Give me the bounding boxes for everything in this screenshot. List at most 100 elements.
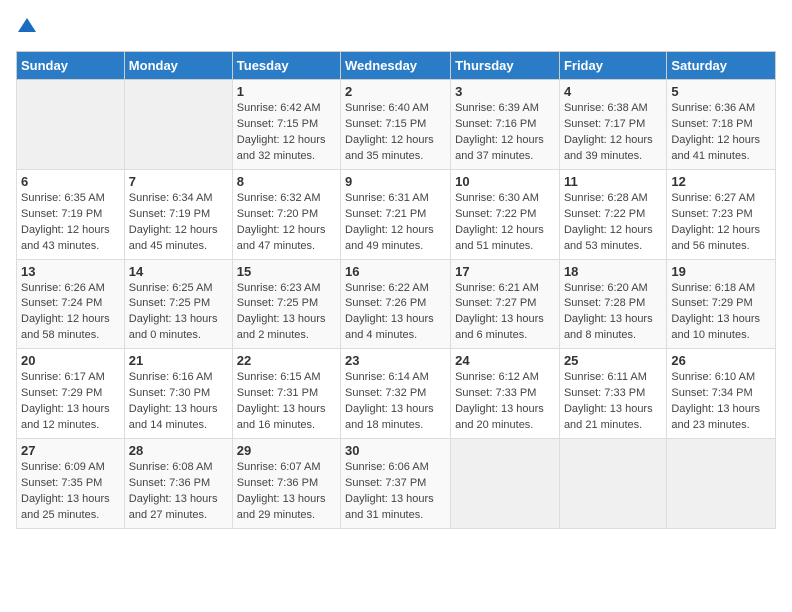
day-info: Sunrise: 6:25 AMSunset: 7:25 PMDaylight:…: [129, 281, 228, 345]
calendar-cell: 13Sunrise: 6:26 AMSunset: 7:24 PMDayligh…: [17, 259, 125, 349]
day-info: Sunrise: 6:36 AMSunset: 7:18 PMDaylight:…: [671, 101, 771, 165]
calendar-cell: 4 Sunrise: 6:38 AMSunset: 7:17 PMDaylight…: [559, 80, 666, 170]
day-detail: Sunrise: 6:26 AM: [21, 281, 120, 297]
day-info: Sunrise: 6:38 AMSunset: 7:17 PMDaylight:…: [564, 101, 662, 165]
day-detail: Sunset: 7:35 PM: [21, 476, 120, 492]
day-info: Sunrise: 6:08 AMSunset: 7:36 PMDaylight:…: [129, 460, 228, 524]
day-number: 11: [564, 174, 662, 189]
day-info: Sunrise: 6:06 AMSunset: 7:37 PMDaylight:…: [345, 460, 446, 524]
day-detail: Sunset: 7:18 PM: [671, 117, 771, 133]
day-detail: Sunrise: 6:18 AM: [671, 281, 771, 297]
day-detail: Sunset: 7:33 PM: [455, 386, 555, 402]
day-detail: Sunrise: 6:25 AM: [129, 281, 228, 297]
day-info: Sunrise: 6:21 AMSunset: 7:27 PMDaylight:…: [455, 281, 555, 345]
day-number: 3: [455, 84, 555, 99]
day-info: Sunrise: 6:20 AMSunset: 7:28 PMDaylight:…: [564, 281, 662, 345]
day-info: Sunrise: 6:30 AMSunset: 7:22 PMDaylight:…: [455, 191, 555, 255]
day-number: 30: [345, 443, 446, 458]
day-info: Sunrise: 6:42 AMSunset: 7:15 PMDaylight:…: [237, 101, 336, 165]
calendar-cell: 22 Sunrise: 6:15 AMSunset: 7:31 PMDayligh…: [232, 349, 340, 439]
day-detail: Daylight: 13 hours and 29 minutes.: [237, 492, 336, 524]
day-info: Sunrise: 6:07 AMSunset: 7:36 PMDaylight:…: [237, 460, 336, 524]
calendar-cell: 8Sunrise: 6:32 AMSunset: 7:20 PMDaylight…: [232, 169, 340, 259]
day-detail: Sunrise: 6:07 AM: [237, 460, 336, 476]
calendar-cell: 16Sunrise: 6:22 AMSunset: 7:26 PMDayligh…: [341, 259, 451, 349]
day-detail: Daylight: 13 hours and 4 minutes.: [345, 312, 446, 344]
day-number: 8: [237, 174, 336, 189]
day-number: 12: [671, 174, 771, 189]
day-detail: Sunset: 7:27 PM: [455, 296, 555, 312]
day-info: Sunrise: 6:26 AMSunset: 7:24 PMDaylight:…: [21, 281, 120, 345]
day-detail: Sunset: 7:31 PM: [237, 386, 336, 402]
day-detail: Daylight: 12 hours and 35 minutes.: [345, 133, 446, 165]
day-detail: Daylight: 12 hours and 49 minutes.: [345, 223, 446, 255]
day-detail: Sunrise: 6:15 AM: [237, 370, 336, 386]
day-detail: Sunrise: 6:08 AM: [129, 460, 228, 476]
day-number: 4: [564, 84, 662, 99]
day-info: Sunrise: 6:18 AMSunset: 7:29 PMDaylight:…: [671, 281, 771, 345]
day-info: Sunrise: 6:16 AMSunset: 7:30 PMDaylight:…: [129, 370, 228, 434]
day-detail: Sunrise: 6:09 AM: [21, 460, 120, 476]
day-detail: Daylight: 12 hours and 58 minutes.: [21, 312, 120, 344]
calendar-cell: [667, 439, 776, 529]
calendar-cell: 3Sunrise: 6:39 AMSunset: 7:16 PMDaylight…: [451, 80, 560, 170]
day-detail: Sunrise: 6:27 AM: [671, 191, 771, 207]
day-detail: Sunset: 7:28 PM: [564, 296, 662, 312]
day-info: Sunrise: 6:27 AMSunset: 7:23 PMDaylight:…: [671, 191, 771, 255]
day-detail: Sunrise: 6:22 AM: [345, 281, 446, 297]
day-number: 5: [671, 84, 771, 99]
day-detail: Sunset: 7:25 PM: [237, 296, 336, 312]
day-detail: Daylight: 13 hours and 6 minutes.: [455, 312, 555, 344]
day-number: 27: [21, 443, 120, 458]
day-detail: Sunrise: 6:35 AM: [21, 191, 120, 207]
col-header-monday: Monday: [124, 52, 232, 80]
day-detail: Sunrise: 6:23 AM: [237, 281, 336, 297]
day-detail: Daylight: 13 hours and 31 minutes.: [345, 492, 446, 524]
day-info: Sunrise: 6:09 AMSunset: 7:35 PMDaylight:…: [21, 460, 120, 524]
col-header-tuesday: Tuesday: [232, 52, 340, 80]
day-detail: Daylight: 12 hours and 39 minutes.: [564, 133, 662, 165]
calendar-cell: 7Sunrise: 6:34 AMSunset: 7:19 PMDaylight…: [124, 169, 232, 259]
day-detail: Sunrise: 6:28 AM: [564, 191, 662, 207]
day-detail: Sunrise: 6:30 AM: [455, 191, 555, 207]
day-number: 18: [564, 264, 662, 279]
calendar-cell: [559, 439, 666, 529]
day-number: 20: [21, 353, 120, 368]
day-detail: Sunset: 7:36 PM: [129, 476, 228, 492]
day-detail: Sunrise: 6:38 AM: [564, 101, 662, 117]
day-info: Sunrise: 6:17 AMSunset: 7:29 PMDaylight:…: [21, 370, 120, 434]
calendar-cell: [451, 439, 560, 529]
page-header: [16, 16, 776, 39]
day-detail: Sunrise: 6:10 AM: [671, 370, 771, 386]
day-detail: Sunset: 7:29 PM: [671, 296, 771, 312]
day-detail: Daylight: 13 hours and 14 minutes.: [129, 402, 228, 434]
day-detail: Sunset: 7:34 PM: [671, 386, 771, 402]
day-detail: Sunrise: 6:16 AM: [129, 370, 228, 386]
day-number: 22: [237, 353, 336, 368]
day-detail: Sunset: 7:23 PM: [671, 207, 771, 223]
day-detail: Daylight: 12 hours and 45 minutes.: [129, 223, 228, 255]
day-number: 23: [345, 353, 446, 368]
calendar-cell: 29 Sunrise: 6:07 AMSunset: 7:36 PMDayligh…: [232, 439, 340, 529]
day-detail: Sunset: 7:25 PM: [129, 296, 228, 312]
day-detail: Sunrise: 6:20 AM: [564, 281, 662, 297]
day-detail: Daylight: 12 hours and 37 minutes.: [455, 133, 555, 165]
day-info: Sunrise: 6:40 AMSunset: 7:15 PMDaylight:…: [345, 101, 446, 165]
day-number: 7: [129, 174, 228, 189]
day-detail: Sunrise: 6:17 AM: [21, 370, 120, 386]
day-info: Sunrise: 6:35 AMSunset: 7:19 PMDaylight:…: [21, 191, 120, 255]
day-number: 16: [345, 264, 446, 279]
day-info: Sunrise: 6:15 AMSunset: 7:31 PMDaylight:…: [237, 370, 336, 434]
day-number: 1: [237, 84, 336, 99]
day-number: 6: [21, 174, 120, 189]
day-detail: Daylight: 13 hours and 20 minutes.: [455, 402, 555, 434]
calendar-cell: 5 Sunrise: 6:36 AMSunset: 7:18 PMDaylight…: [667, 80, 776, 170]
day-number: 29: [237, 443, 336, 458]
day-info: Sunrise: 6:28 AMSunset: 7:22 PMDaylight:…: [564, 191, 662, 255]
col-header-sunday: Sunday: [17, 52, 125, 80]
day-number: 2: [345, 84, 446, 99]
day-detail: Sunrise: 6:32 AM: [237, 191, 336, 207]
day-detail: Sunset: 7:16 PM: [455, 117, 555, 133]
day-detail: Sunrise: 6:36 AM: [671, 101, 771, 117]
day-detail: Daylight: 13 hours and 23 minutes.: [671, 402, 771, 434]
